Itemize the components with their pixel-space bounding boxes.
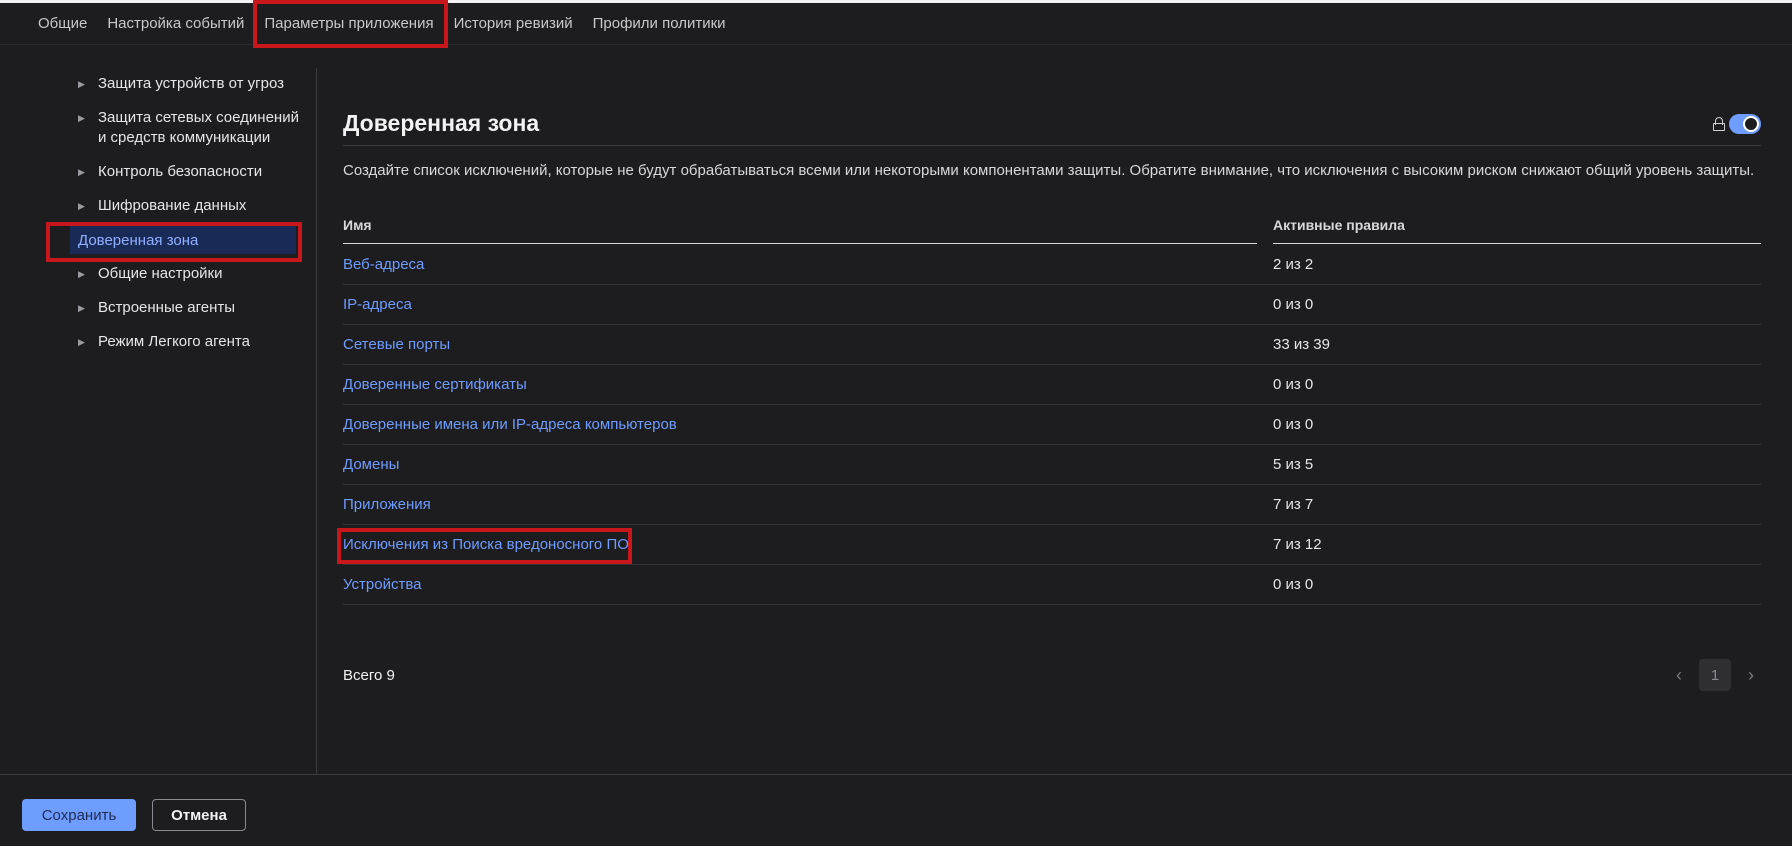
pagination: ‹ 1 ›	[1669, 659, 1761, 691]
expand-arrow-icon: ▶	[78, 79, 85, 89]
total-count: Всего 9	[343, 667, 395, 684]
cancel-button[interactable]: Отмена	[152, 799, 246, 831]
table-row: Домены 5 из 5	[343, 445, 1761, 485]
sidebar-item-data-encryption[interactable]: ▶ Шифрование данных	[78, 196, 303, 216]
table-row: Исключения из Поиска вредоносного ПО 7 и…	[343, 525, 1761, 565]
expand-arrow-icon: ▶	[78, 303, 85, 313]
footer-bar: Сохранить Отмена	[0, 774, 1792, 846]
tab-general[interactable]: Общие	[28, 3, 97, 45]
row-rules-count: 0 из 0	[1273, 376, 1314, 393]
row-link[interactable]: Исключения из Поиска вредоносного ПО	[343, 536, 629, 553]
tab-event-settings[interactable]: Настройка событий	[97, 3, 254, 45]
sidebar: ▶ Защита устройств от угроз ▶ Защита сет…	[0, 68, 317, 774]
row-link[interactable]: IP-адреса	[343, 296, 412, 313]
column-header-name[interactable]: Имя	[343, 217, 372, 233]
sidebar-item-label: Встроенные агенты	[98, 299, 236, 316]
sidebar-item-label: Шифрование данных	[98, 197, 247, 214]
header-underline	[343, 243, 1257, 244]
table-row: Доверенные сертификаты 0 из 0	[343, 365, 1761, 405]
lock-toggle-group	[1713, 114, 1761, 134]
table-row: Устройства 0 из 0	[343, 565, 1761, 605]
row-rules-count: 0 из 0	[1273, 296, 1314, 313]
expand-arrow-icon: ▶	[78, 113, 85, 123]
table-row: Приложения 7 из 7	[343, 485, 1761, 525]
row-link[interactable]: Приложения	[343, 496, 431, 513]
expand-arrow-icon: ▶	[78, 337, 85, 347]
row-link[interactable]: Устройства	[343, 576, 421, 593]
row-link[interactable]: Доверенные сертификаты	[343, 376, 527, 393]
expand-arrow-icon: ▶	[78, 167, 85, 177]
page-title: Доверенная зона	[343, 110, 540, 136]
sidebar-item-threat-protection[interactable]: ▶ Защита устройств от угроз	[78, 74, 303, 94]
table-row: Сетевые порты 33 из 39	[343, 325, 1761, 365]
sidebar-item-label: Защита сетевых соединений	[98, 109, 299, 126]
sidebar-item-embedded-agents[interactable]: ▶ Встроенные агенты	[78, 298, 303, 318]
row-rules-count: 7 из 7	[1273, 496, 1314, 513]
row-rules-count: 0 из 0	[1273, 576, 1314, 593]
row-rules-count: 33 из 39	[1273, 336, 1330, 353]
sidebar-item-label: Общие настройки	[98, 265, 223, 282]
row-rules-count: 2 из 2	[1273, 256, 1314, 273]
sidebar-item-label: Контроль безопасности	[98, 163, 263, 180]
expand-arrow-icon: ▶	[78, 201, 85, 211]
enable-toggle[interactable]	[1729, 114, 1761, 134]
row-link[interactable]: Домены	[343, 456, 399, 473]
save-button[interactable]: Сохранить	[22, 799, 136, 831]
divider	[343, 145, 1761, 146]
expand-arrow-icon: ▶	[78, 269, 85, 279]
chevron-left-icon[interactable]: ‹	[1669, 665, 1689, 686]
row-link[interactable]: Веб-адреса	[343, 256, 424, 273]
sidebar-item-label-continued: и средств коммуникации	[98, 129, 271, 146]
row-link[interactable]: Сетевые порты	[343, 336, 450, 353]
header-underline	[1273, 243, 1761, 244]
row-rules-count: 0 из 0	[1273, 416, 1314, 433]
table-row: IP-адреса 0 из 0	[343, 285, 1761, 325]
main-content: Доверенная зона Создайте список исключен…	[337, 0, 1761, 774]
chevron-right-icon[interactable]: ›	[1741, 665, 1761, 686]
sidebar-item-network-protection[interactable]: ▶ Защита сетевых соединений и средств ко…	[78, 108, 303, 148]
sidebar-item-general-settings[interactable]: ▶ Общие настройки	[78, 264, 303, 284]
table-row: Доверенные имена или IP-адреса компьютер…	[343, 405, 1761, 445]
table-row: Веб-адреса 2 из 2	[343, 245, 1761, 285]
row-link[interactable]: Доверенные имена или IP-адреса компьютер…	[343, 416, 677, 433]
row-rules-count: 5 из 5	[1273, 456, 1314, 473]
page-description: Создайте список исключений, которые не б…	[343, 162, 1755, 179]
lock-icon[interactable]	[1713, 117, 1725, 131]
sidebar-item-light-agent-mode[interactable]: ▶ Режим Легкого агента	[78, 332, 303, 352]
column-header-active-rules[interactable]: Активные правила	[1273, 217, 1405, 233]
row-rules-count: 7 из 12	[1273, 536, 1322, 553]
sidebar-item-trusted-zone[interactable]: Доверенная зона	[70, 226, 296, 254]
sidebar-item-label: Защита устройств от угроз	[98, 75, 285, 92]
page-button[interactable]: 1	[1699, 659, 1731, 691]
sidebar-item-label: Режим Легкого агента	[98, 333, 250, 350]
sidebar-item-security-control[interactable]: ▶ Контроль безопасности	[78, 162, 303, 182]
